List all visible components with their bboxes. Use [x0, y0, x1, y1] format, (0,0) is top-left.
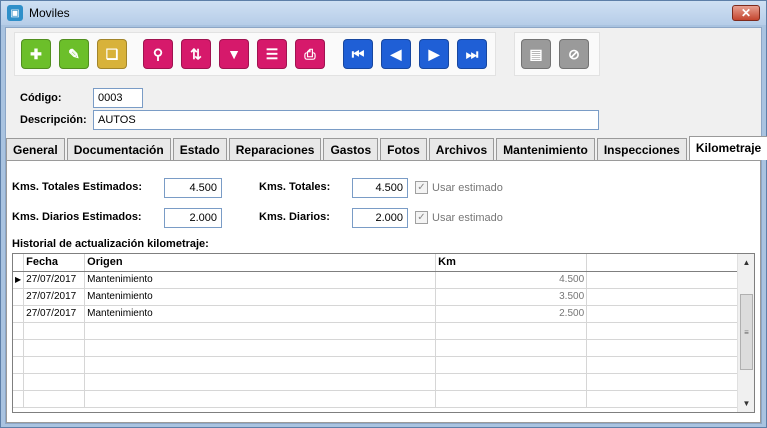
tab-general[interactable]: General — [6, 138, 65, 160]
descripcion-field[interactable]: AUTOS — [93, 110, 599, 130]
table-row[interactable]: ▶ 27/07/2017 Mantenimiento 4.500 — [13, 271, 740, 289]
cell-empty — [586, 288, 740, 306]
kms-diarios-estimados-field[interactable]: 2.000 — [164, 208, 222, 228]
col-header-empty — [586, 254, 740, 272]
toolbar-save: ▤ ⊘ — [514, 32, 600, 76]
usar-estimado-diarios-checkbox[interactable]: ✓ Usar estimado — [415, 211, 503, 224]
row-indicator-header — [13, 254, 25, 272]
row-indicator — [13, 288, 25, 306]
cell-fecha: 27/07/2017 — [23, 271, 86, 289]
kms-diarios-estimados-label: Kms. Diarios Estimados: — [12, 211, 142, 223]
tab-reparaciones[interactable]: Reparaciones — [228, 138, 322, 160]
tab-estado[interactable]: Estado — [172, 138, 227, 160]
first-icon[interactable]: ⏮ — [343, 39, 373, 69]
cell-fecha: 27/07/2017 — [23, 288, 86, 306]
empty-row — [13, 356, 740, 374]
grid-scrollbar[interactable]: ▲ ≡ ▼ — [737, 254, 754, 412]
edit-icon[interactable]: ✎ — [59, 39, 89, 69]
empty-row — [13, 322, 740, 340]
cell-origen: Mantenimiento — [84, 305, 437, 323]
cell-empty — [586, 305, 740, 323]
cell-origen: Mantenimiento — [84, 288, 437, 306]
cell-empty — [586, 271, 740, 289]
app-icon: ▣ — [7, 5, 23, 21]
row-pointer-icon: ▶ — [13, 271, 25, 289]
historial-grid[interactable]: Fecha Origen Km ▶ 27/07/2017 Mantenimien… — [12, 253, 755, 413]
kilometraje-panel: Kms. Totales Estimados: 4.500 Kms. Diari… — [6, 160, 761, 423]
scroll-up-icon[interactable]: ▲ — [738, 254, 755, 271]
checkmark-icon: ✓ — [415, 211, 428, 224]
usar-estimado-totales-checkbox[interactable]: ✓ Usar estimado — [415, 181, 503, 194]
tab-mantenimiento[interactable]: Mantenimiento — [496, 138, 595, 160]
codigo-field[interactable]: 0003 — [93, 88, 143, 108]
client-area: ✚ ✎ ❏ ⚲ ⇅ ▼ ☰ ⎙ ⏮ ◀ ▶ ⏭ ▤ ⊘ Código: 0003… — [5, 27, 767, 424]
table-header-row: Fecha Origen Km — [13, 254, 740, 272]
tab-documentacion[interactable]: Documentación — [66, 138, 171, 160]
scroll-thumb[interactable]: ≡ — [740, 294, 753, 370]
kms-diarios-label: Kms. Diarios: — [259, 211, 330, 223]
print-icon[interactable]: ⎙ — [295, 39, 325, 69]
window-title: Moviles — [29, 6, 70, 20]
empty-row — [13, 390, 740, 408]
usar-estimado-diarios-label: Usar estimado — [432, 211, 503, 224]
col-header-fecha[interactable]: Fecha — [23, 254, 86, 272]
kms-diarios-field[interactable]: 2.000 — [352, 208, 408, 228]
kms-totales-estimados-label: Kms. Totales Estimados: — [12, 181, 142, 193]
title-bar: ▣ Moviles ✕ — [1, 1, 766, 25]
tab-kilometraje[interactable]: Kilometraje — [688, 136, 767, 160]
cell-origen: Mantenimiento — [84, 271, 437, 289]
window: ▣ Moviles ✕ ✚ ✎ ❏ ⚲ ⇅ ▼ ☰ ⎙ ⏮ ◀ ▶ ⏭ ▤ ⊘ … — [0, 0, 767, 428]
scroll-down-icon[interactable]: ▼ — [738, 395, 755, 412]
copy-icon[interactable]: ❏ — [97, 39, 127, 69]
tab-inspecciones[interactable]: Inspecciones — [596, 138, 687, 160]
tab-gastos[interactable]: Gastos — [323, 138, 379, 160]
historial-label: Historial de actualización kilometraje: — [12, 238, 209, 250]
codigo-label: Código: — [20, 92, 62, 104]
filter-icon[interactable]: ▼ — [219, 39, 249, 69]
add-icon[interactable]: ✚ — [21, 39, 51, 69]
kms-totales-label: Kms. Totales: — [259, 181, 331, 193]
historial-table: Fecha Origen Km ▶ 27/07/2017 Mantenimien… — [13, 254, 740, 408]
cell-fecha: 27/07/2017 — [23, 305, 86, 323]
descripcion-label: Descripción: — [20, 114, 87, 126]
report-icon[interactable]: ☰ — [257, 39, 287, 69]
kms-totales-field[interactable]: 4.500 — [352, 178, 408, 198]
col-header-km[interactable]: Km — [435, 254, 588, 272]
cell-km: 3.500 — [435, 288, 588, 306]
tab-archivos[interactable]: Archivos — [428, 138, 495, 160]
tab-bar: General Documentación Estado Reparacione… — [6, 136, 767, 160]
usar-estimado-totales-label: Usar estimado — [432, 181, 503, 194]
toolbar-main: ✚ ✎ ❏ ⚲ ⇅ ▼ ☰ ⎙ ⏮ ◀ ▶ ⏭ — [14, 32, 496, 76]
last-icon[interactable]: ⏭ — [457, 39, 487, 69]
prev-icon[interactable]: ◀ — [381, 39, 411, 69]
cell-km: 4.500 — [435, 271, 588, 289]
empty-row — [13, 339, 740, 357]
next-icon[interactable]: ▶ — [419, 39, 449, 69]
save-icon[interactable]: ▤ — [521, 39, 551, 69]
sort-az-icon[interactable]: ⇅ — [181, 39, 211, 69]
cell-km: 2.500 — [435, 305, 588, 323]
table-row[interactable]: 27/07/2017 Mantenimiento 2.500 — [13, 305, 740, 323]
kms-totales-estimados-field[interactable]: 4.500 — [164, 178, 222, 198]
row-indicator — [13, 305, 25, 323]
table-row[interactable]: 27/07/2017 Mantenimiento 3.500 — [13, 288, 740, 306]
close-button[interactable]: ✕ — [732, 5, 760, 21]
cancel-icon[interactable]: ⊘ — [559, 39, 589, 69]
tab-fotos[interactable]: Fotos — [380, 138, 427, 160]
empty-row — [13, 373, 740, 391]
col-header-origen[interactable]: Origen — [84, 254, 437, 272]
checkmark-icon: ✓ — [415, 181, 428, 194]
search-icon[interactable]: ⚲ — [143, 39, 173, 69]
